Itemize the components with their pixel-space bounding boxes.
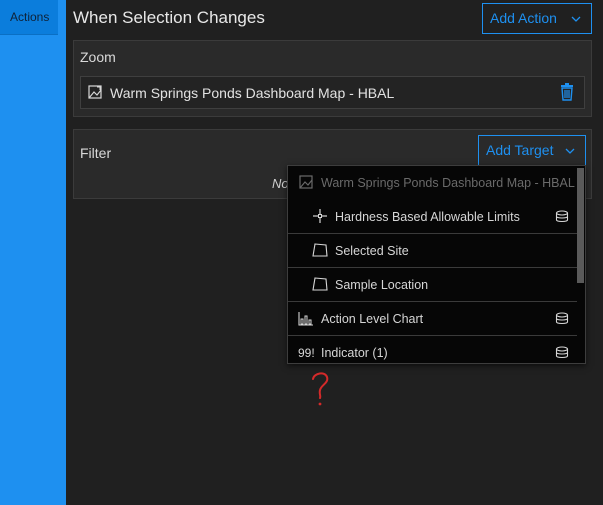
dropdown-item-hardness-layer[interactable]: Hardness Based Allowable Limits [288,200,577,234]
datasource-icon [555,312,569,331]
dropdown-item-label: Selected Site [335,244,409,258]
datasource-icon [555,346,569,365]
zoom-target-label: Warm Springs Ponds Dashboard Map - HBAL [110,85,395,101]
map-icon [299,175,313,194]
tab-actions[interactable]: Actions [0,0,58,35]
trash-icon[interactable] [559,83,575,106]
polygon-layer-icon [312,243,328,262]
side-rail: Actions [0,0,66,505]
dropdown-item-indicator[interactable]: 99! Indicator (1) [288,336,577,370]
add-action-label: Add Action [490,10,557,26]
add-action-button[interactable]: Add Action [482,3,592,34]
dropdown-item-action-level-chart[interactable]: Action Level Chart [288,302,577,336]
dropdown-scrollbar[interactable] [577,168,584,283]
tab-actions-label: Actions [10,10,50,24]
point-layer-icon [313,209,327,228]
dropdown-item-label: Hardness Based Allowable Limits [335,210,520,224]
divider [288,233,577,234]
dropdown-item-label: Indicator (1) [321,346,388,360]
add-target-button[interactable]: Add Target [478,135,586,166]
dropdown-item-map: Warm Springs Ponds Dashboard Map - HBAL [288,166,577,200]
indicator-icon: 99! [298,346,315,360]
chart-icon [298,311,314,331]
page-title: When Selection Changes [73,8,265,27]
datasource-icon [555,210,569,229]
dropdown-item-label: Action Level Chart [321,312,424,326]
add-target-dropdown[interactable]: Warm Springs Ponds Dashboard Map - HBAL … [287,165,586,364]
dropdown-item-label: Warm Springs Ponds Dashboard Map - HBAL [321,176,575,190]
question-mark-annotation [306,370,336,413]
zoom-section-title: Zoom [80,49,116,65]
dropdown-item-sample-location[interactable]: Sample Location [288,268,577,302]
chevron-down-icon [569,12,583,26]
add-target-label: Add Target [486,142,554,158]
zoom-section: Zoom Warm Springs Ponds Dashboard Map - … [73,40,592,117]
polygon-layer-icon [312,277,328,296]
filter-section-title: Filter [80,145,112,161]
chevron-down-icon [563,144,577,158]
dropdown-item-selected-site[interactable]: Selected Site [288,233,577,268]
zoom-target-item[interactable]: Warm Springs Ponds Dashboard Map - HBAL [80,76,585,109]
dropdown-item-label: Sample Location [335,278,429,292]
map-icon [88,85,102,104]
